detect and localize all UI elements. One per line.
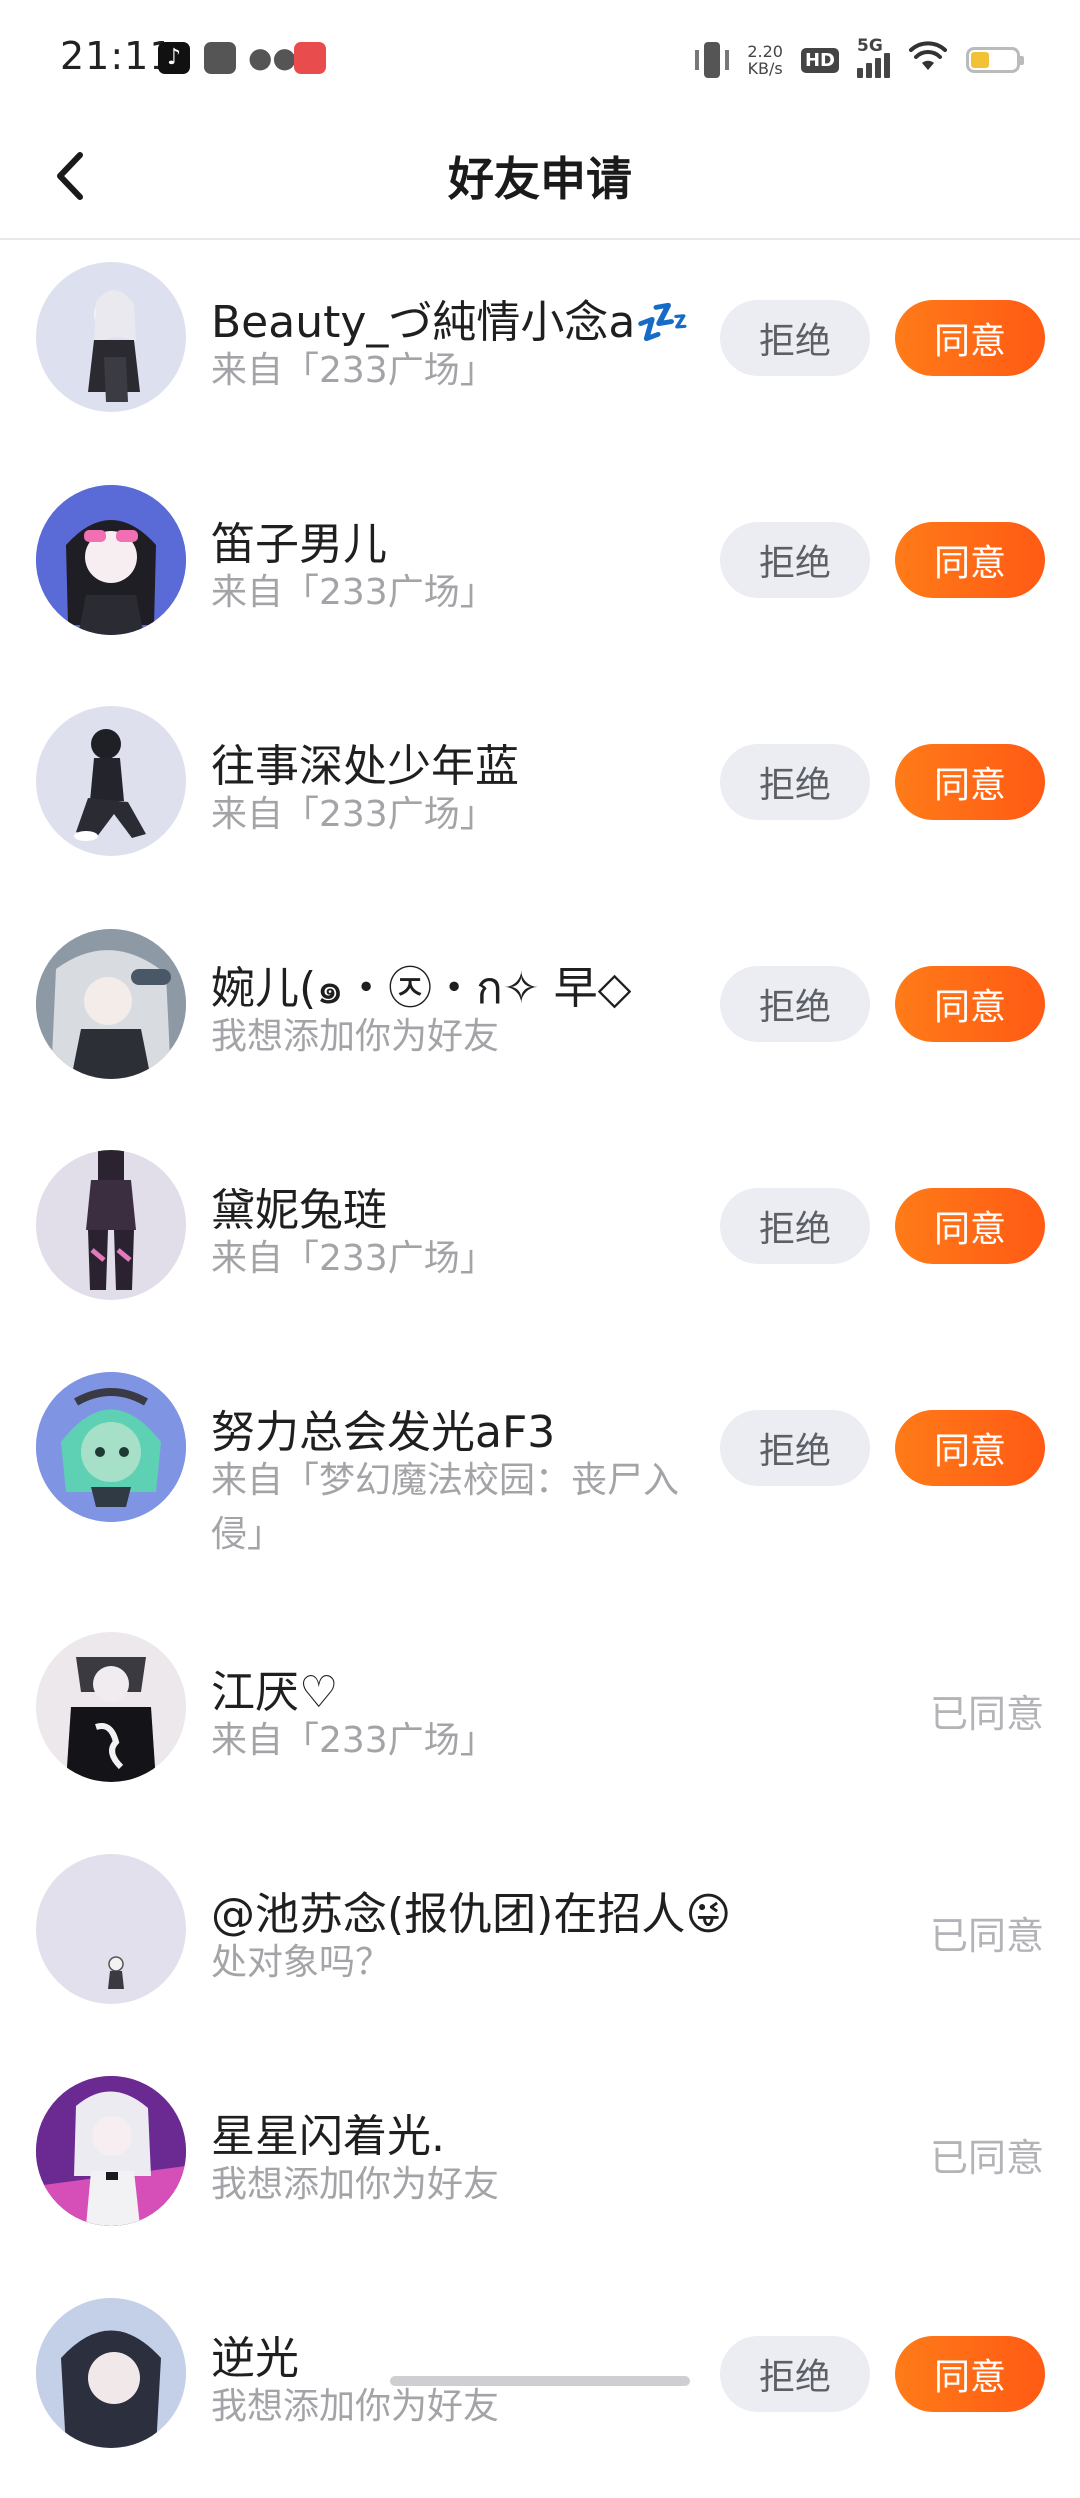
list-item[interactable]: Beauty_づ純情小念a💤 来自「233广场」 拒绝 同意: [0, 240, 1080, 462]
request-source: 来自「233广场」: [211, 572, 496, 613]
request-source: 来自「233广场」: [211, 1238, 496, 1279]
reject-button[interactable]: 拒绝: [720, 522, 870, 598]
list-item[interactable]: @池苏念(报仇团)在招人😜 处对象吗？ 已同意: [0, 1832, 1080, 2054]
list-item[interactable]: 星星闪着光. 我想添加你为好友 已同意: [0, 2054, 1080, 2276]
list-item[interactable]: 努力总会发光aF3 来自「梦幻魔法校园：丧尸入侵」 拒绝 同意: [0, 1350, 1080, 1610]
request-source: 我想添加你为好友: [211, 2386, 500, 2427]
reject-button[interactable]: 拒绝: [720, 2336, 870, 2412]
app-square-icon: [204, 42, 236, 74]
list-item[interactable]: 笛子男儿 来自「233广场」 拒绝 同意: [0, 462, 1080, 684]
request-source: 处对象吗？: [211, 1942, 392, 1983]
list-item[interactable]: 逆光 我想添加你为好友 拒绝 同意: [0, 2276, 1080, 2498]
vibrate-icon: [695, 40, 730, 80]
avatar[interactable]: [36, 1632, 186, 1782]
accept-button[interactable]: 同意: [895, 1410, 1045, 1486]
accept-button[interactable]: 同意: [895, 300, 1045, 376]
net-speed: 2.20 KB/s: [747, 43, 783, 77]
friend-request-list: Beauty_づ純情小念a💤 来自「233广场」 拒绝 同意 笛子男儿 来自「2…: [0, 240, 1080, 2498]
list-item[interactable]: 黛妮兔琏 来自「233广场」 拒绝 同意: [0, 1128, 1080, 1350]
requester-name: 笛子男儿: [211, 519, 387, 570]
request-source: 我想添加你为好友: [211, 2164, 500, 2205]
battery-icon: [966, 47, 1024, 73]
requester-name: @池苏念(报仇团)在招人😜: [211, 1889, 731, 1940]
avatar[interactable]: [36, 2076, 186, 2226]
reject-button[interactable]: 拒绝: [720, 1410, 870, 1486]
request-source: 来自「233广场」: [211, 1720, 496, 1761]
red-app-icon: [294, 42, 326, 74]
home-indicator[interactable]: [390, 2376, 690, 2386]
avatar[interactable]: [36, 706, 186, 856]
page-title: 好友申请: [448, 152, 632, 206]
avatar[interactable]: [36, 1372, 186, 1522]
status-bar: 21:11 ♪ ●● 2.20 KB/s HD 5G: [0, 0, 1080, 115]
requester-name: 星星闪着光.: [211, 2111, 445, 2162]
accepted-status: 已同意: [929, 2136, 1044, 2180]
wifi-icon: [908, 40, 948, 81]
avatar[interactable]: [36, 929, 186, 1079]
network-label: 5G: [857, 36, 883, 56]
request-source: 来自「233广场」: [211, 794, 496, 835]
net-speed-value: 2.20: [747, 42, 783, 61]
hd-icon: HD: [800, 47, 839, 73]
requester-name: 江厌♡: [211, 1667, 339, 1718]
accepted-status: 已同意: [929, 1914, 1044, 1958]
wechat-icon: ●●: [248, 41, 297, 74]
requester-name: 黛妮兔琏: [211, 1185, 387, 1236]
status-indicators: 2.20 KB/s HD 5G: [695, 36, 1024, 82]
tiktok-icon: ♪: [158, 42, 190, 74]
reject-button[interactable]: 拒绝: [720, 744, 870, 820]
accept-button[interactable]: 同意: [895, 522, 1045, 598]
avatar[interactable]: [36, 1150, 186, 1300]
signal-5g-icon: 5G: [857, 36, 890, 78]
nav-header: 好友申请: [0, 115, 1080, 240]
reject-button[interactable]: 拒绝: [720, 966, 870, 1042]
accept-button[interactable]: 同意: [895, 966, 1045, 1042]
requester-name: 努力总会发光aF3: [211, 1407, 556, 1458]
accept-button[interactable]: 同意: [895, 2336, 1045, 2412]
request-source: 来自「233广场」: [211, 350, 496, 391]
avatar[interactable]: [36, 1854, 186, 2004]
requester-name: 逆光: [211, 2333, 299, 2384]
request-source: 来自「梦幻魔法校园：丧尸入侵」: [211, 1460, 680, 1555]
accept-button[interactable]: 同意: [895, 1188, 1045, 1264]
request-source: 我想添加你为好友: [211, 1016, 500, 1057]
avatar[interactable]: [36, 262, 186, 412]
reject-button[interactable]: 拒绝: [720, 1188, 870, 1264]
avatar[interactable]: [36, 485, 186, 635]
accept-button[interactable]: 同意: [895, 744, 1045, 820]
list-item[interactable]: 婉儿(๑・㉨・ก✧ 早◇ 我想添加你为好友 拒绝 同意: [0, 906, 1080, 1128]
requester-name: 往事深处少年蓝: [211, 741, 519, 792]
reject-button[interactable]: 拒绝: [720, 300, 870, 376]
list-item[interactable]: 江厌♡ 来自「233广场」 已同意: [0, 1610, 1080, 1832]
avatar[interactable]: [36, 2298, 186, 2448]
battery-level: [971, 52, 989, 68]
accepted-status: 已同意: [929, 1692, 1044, 1736]
list-item[interactable]: 往事深处少年蓝 来自「233广场」 拒绝 同意: [0, 684, 1080, 906]
requester-name: Beauty_づ純情小念a💤: [211, 297, 691, 348]
net-speed-unit: KB/s: [747, 59, 783, 78]
